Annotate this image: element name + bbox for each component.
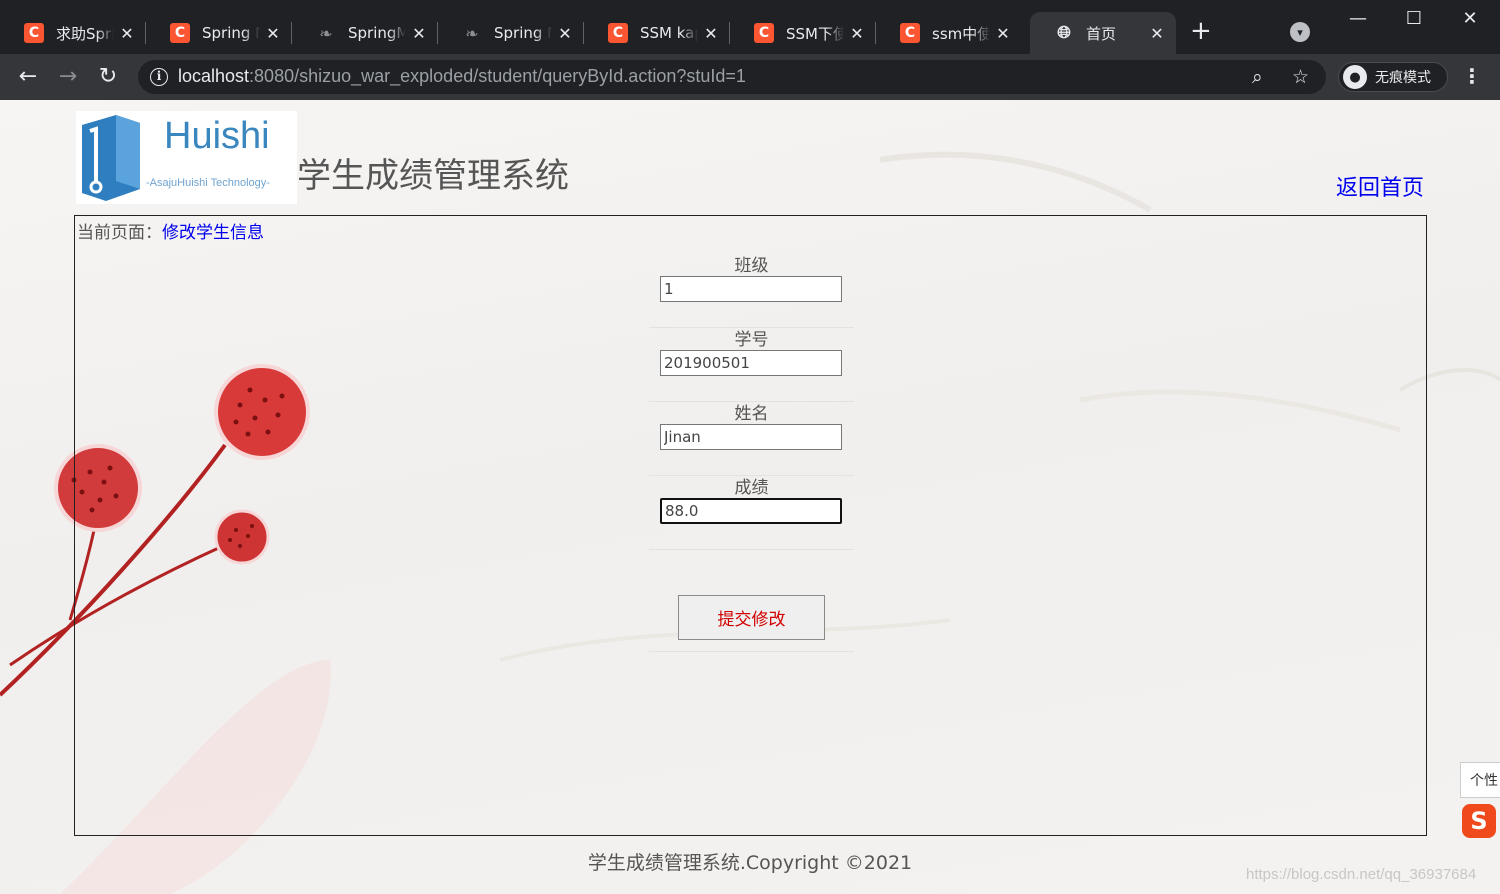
reload-icon[interactable]: ↻	[94, 63, 122, 91]
return-home-link[interactable]: 返回首页	[1336, 170, 1424, 202]
tab-title: SpringMV	[348, 24, 406, 42]
book-logo-icon	[82, 115, 140, 201]
tab-1[interactable]: C 求助Spring ✕	[0, 12, 146, 54]
window-close-icon[interactable]: ✕	[1450, 8, 1490, 29]
tab-title: SSM下使	[786, 24, 844, 43]
ime-tooltip: 个性	[1460, 762, 1500, 798]
address-bar[interactable]: i localhost:8080/shizuo_war_exploded/stu…	[138, 60, 1326, 94]
back-arrow-icon[interactable]: ←	[14, 63, 42, 91]
tab-title: Spring M	[202, 24, 260, 42]
close-icon[interactable]: ✕	[264, 24, 282, 43]
globe-icon: 🌐︎	[1057, 23, 1071, 43]
tab-title: SSM kap	[640, 24, 698, 42]
csdn-icon: C	[900, 23, 920, 43]
student-id-label: 学号	[734, 330, 769, 350]
tab-6[interactable]: C SSM下使 ✕	[730, 12, 876, 54]
submit-edit-button[interactable]: 提交修改	[678, 595, 825, 640]
form-row-name: 姓名	[649, 402, 854, 476]
info-icon[interactable]: i	[150, 68, 168, 86]
tab-strip: C 求助Spring ✕ C Spring M ✕ ❧ SpringMV ✕ ❧…	[0, 0, 1500, 54]
incognito-label: 无痕模式	[1375, 70, 1431, 86]
form-row-submit: 提交修改	[649, 550, 854, 652]
minimize-icon[interactable]: —	[1338, 8, 1378, 29]
csdn-icon: C	[24, 23, 44, 43]
forward-arrow-icon[interactable]: →	[54, 63, 82, 91]
close-icon[interactable]: ✕	[1148, 24, 1166, 43]
url-text[interactable]: localhost:8080/shizuo_war_exploded/stude…	[178, 66, 746, 87]
student-id-input[interactable]	[660, 350, 842, 376]
incognito-icon: ●	[1343, 65, 1367, 89]
form-row-score: 成绩	[649, 476, 854, 550]
csdn-icon: C	[608, 23, 628, 43]
close-icon[interactable]: ✕	[118, 24, 136, 43]
form-row-class: 班级	[649, 254, 854, 328]
spring-icon: ❧	[465, 23, 479, 43]
incognito-button[interactable]: ● 无痕模式	[1338, 62, 1448, 92]
url-host: localhost	[178, 66, 250, 86]
browser-toolbar: ← → ↻ i localhost:8080/shizuo_war_explod…	[0, 54, 1500, 100]
url-path: :8080/shizuo_war_exploded/student/queryB…	[249, 66, 746, 86]
tab-3[interactable]: ❧ SpringMV ✕	[292, 12, 438, 54]
logo-text: Huishi	[164, 115, 270, 157]
huishi-logo: Huishi -AsajuHuishi Technology-	[76, 111, 297, 204]
close-icon[interactable]: ✕	[556, 24, 574, 43]
tab-title: Spring M	[494, 24, 552, 42]
close-icon[interactable]: ✕	[994, 24, 1012, 43]
page-viewport: Huishi -AsajuHuishi Technology- 学生成绩管理系统…	[0, 100, 1500, 894]
breadcrumb: 当前页面：修改学生信息	[77, 218, 264, 243]
form-row-student-id: 学号	[649, 328, 854, 402]
close-icon[interactable]: ✕	[702, 24, 720, 43]
sogou-ime-icon[interactable]: S	[1462, 804, 1496, 838]
csdn-icon: C	[170, 23, 190, 43]
close-icon[interactable]: ✕	[410, 24, 428, 43]
score-input[interactable]	[660, 498, 842, 524]
name-input[interactable]	[660, 424, 842, 450]
maximize-icon[interactable]: ☐	[1394, 8, 1434, 29]
tab-title: 求助Spring	[56, 24, 114, 43]
tab-title: ssm中使用	[932, 24, 990, 43]
bookmark-star-icon[interactable]: ☆	[1292, 66, 1309, 88]
close-icon[interactable]: ✕	[848, 24, 866, 43]
main-content-box: 当前页面：修改学生信息 班级 学号 姓名 成绩 提交修改	[74, 215, 1427, 836]
spring-icon: ❧	[319, 23, 333, 43]
tab-title: 首页	[1086, 24, 1117, 43]
breadcrumb-current-link[interactable]: 修改学生信息	[162, 223, 264, 243]
new-tab-button[interactable]: +	[1190, 18, 1212, 44]
edit-student-form: 班级 学号 姓名 成绩 提交修改	[649, 254, 854, 652]
tab-5[interactable]: C SSM kap ✕	[584, 12, 730, 54]
tab-search-icon[interactable]: ▾	[1290, 22, 1310, 42]
logo-subtext: -AsajuHuishi Technology-	[146, 177, 270, 189]
tab-4[interactable]: ❧ Spring M ✕	[438, 12, 584, 54]
tab-8-active[interactable]: 🌐︎ 首页 ✕	[1030, 12, 1176, 54]
page-title: 学生成绩管理系统	[297, 156, 569, 196]
score-label: 成绩	[734, 478, 769, 498]
kebab-menu-icon[interactable]: ⋮	[1462, 64, 1482, 88]
tab-2[interactable]: C Spring M ✕	[146, 12, 292, 54]
zoom-icon[interactable]: ⌕	[1252, 66, 1263, 88]
csdn-icon: C	[754, 23, 774, 43]
class-input[interactable]	[660, 276, 842, 302]
name-label: 姓名	[734, 404, 769, 424]
class-label: 班级	[734, 256, 769, 276]
tab-7[interactable]: C ssm中使用 ✕	[876, 12, 1022, 54]
csdn-watermark: https://blog.csdn.net/qq_36937684	[1246, 866, 1477, 883]
breadcrumb-prefix: 当前页面：	[77, 223, 162, 243]
